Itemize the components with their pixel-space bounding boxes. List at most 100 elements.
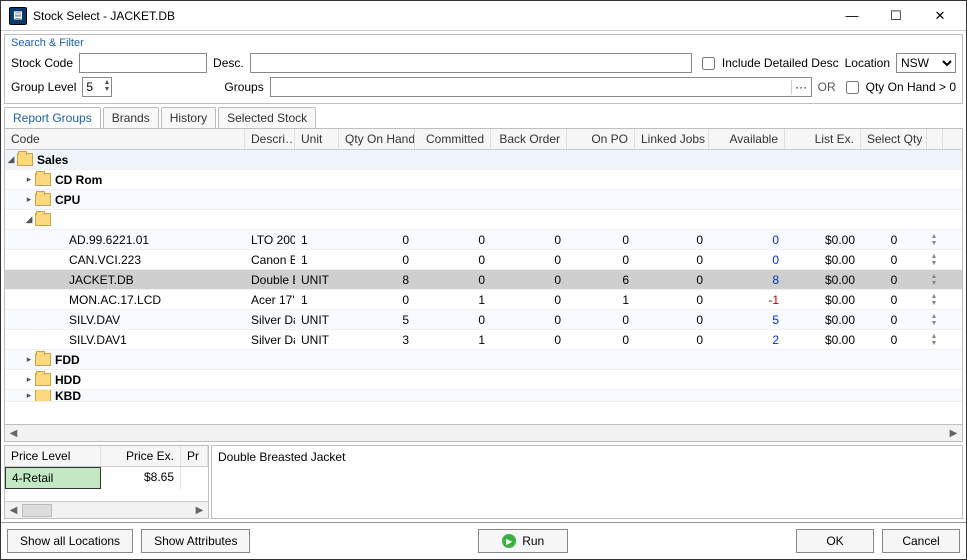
col-qty[interactable]: Qty On Hand [339,129,415,149]
scroll-right-icon[interactable]: ▶ [191,502,208,518]
col-committed[interactable]: Committed [415,129,491,149]
col-linked[interactable]: Linked Jobs [635,129,709,149]
groups-label: Groups [224,80,263,94]
grid-hscroll[interactable]: ◀ ▶ [4,425,963,442]
include-detailed-desc-checkbox[interactable]: Include Detailed Desc [698,54,839,73]
data-row[interactable]: SILV.DAVSilver DavUNIT500005$0.000▲▼ [5,310,962,330]
data-row[interactable]: SILV.DAV1Silver DavUNIT310002$0.000▲▼ [5,330,962,350]
filter-caption: Search & Filter [11,37,956,49]
cell-onpo: 0 [567,311,635,329]
spinner-arrows-icon[interactable]: ▲▼ [103,79,110,93]
maximize-button[interactable]: ☐ [874,2,918,30]
folder-icon [35,373,51,386]
row-spinner-icon[interactable]: ▲▼ [927,333,941,347]
grid-header: Code Descri… Unit Qty On Hand Committed … [5,129,962,150]
tab-brands[interactable]: Brands [103,107,159,128]
cell-code: SILV.DAV [5,311,245,329]
group-level-spinner[interactable]: 5 ▲▼ [82,77,112,97]
groups-input[interactable]: ··· [270,77,812,97]
tree-row-kbd[interactable]: ▸ KBD [5,390,962,402]
cell-qty: 0 [339,231,415,249]
cell-code: CAN.VCI.223 [5,251,245,269]
tree-row-expanded[interactable]: ◢ [5,210,962,230]
col-price-ex[interactable]: Price Ex. [101,446,181,466]
stock-code-input[interactable] [79,53,207,73]
cell-selqty[interactable]: 0 [861,231,927,249]
tab-history[interactable]: History [161,107,216,128]
qty-on-hand-box[interactable] [846,81,859,94]
stock-grid: Code Descri… Unit Qty On Hand Committed … [4,128,963,425]
col-code[interactable]: Code [5,129,245,149]
cell-desc: Canon BC [245,251,295,269]
cancel-button[interactable]: Cancel [882,529,960,553]
expander-icon[interactable]: ▸ [23,354,35,365]
cell-unit: 1 [295,251,339,269]
desc-input[interactable] [250,53,692,73]
expander-icon[interactable]: ▸ [23,374,35,385]
groups-browse-button[interactable]: ··· [791,80,811,94]
expander-icon[interactable]: ◢ [23,214,35,225]
cell-list: $0.00 [785,291,861,309]
run-button[interactable]: ▶ Run [478,529,568,553]
show-attributes-button[interactable]: Show Attributes [141,529,250,553]
data-row[interactable]: AD.99.6221.01LTO 200D1000000$0.000▲▼ [5,230,962,250]
scroll-right-icon[interactable]: ▶ [945,425,962,441]
col-price-pr[interactable]: Pr [181,446,208,466]
cell-committed: 0 [415,231,491,249]
data-row[interactable]: MON.AC.17.LCDAcer 17" L101010-1$0.000▲▼ [5,290,962,310]
expander-icon[interactable]: ▸ [23,174,35,185]
col-selqty[interactable]: Select Qty [861,129,927,149]
tree-row-cpu[interactable]: ▸ CPU [5,190,962,210]
row-spinner-icon[interactable]: ▲▼ [927,253,941,267]
cell-selqty[interactable]: 0 [861,311,927,329]
minimize-button[interactable]: — [830,2,874,30]
close-button[interactable]: ✕ [918,2,962,30]
row-spinner-icon[interactable]: ▲▼ [927,293,941,307]
tree-row-cdrom[interactable]: ▸ CD Rom [5,170,962,190]
col-onpo[interactable]: On PO [567,129,635,149]
col-price-level[interactable]: Price Level [5,446,101,466]
col-available[interactable]: Available [709,129,785,149]
show-all-locations-button[interactable]: Show all Locations [7,529,133,553]
expander-icon[interactable]: ▸ [23,194,35,205]
scroll-left-icon[interactable]: ◀ [5,425,22,441]
cell-linked: 0 [635,311,709,329]
folder-icon [35,213,51,226]
cell-back: 0 [491,331,567,349]
tree-row-sales[interactable]: ◢ Sales [5,150,962,170]
cell-onpo: 0 [567,331,635,349]
cell-selqty[interactable]: 0 [861,331,927,349]
row-spinner-icon[interactable]: ▲▼ [927,233,941,247]
tab-report-groups[interactable]: Report Groups [4,107,101,128]
scroll-thumb[interactable] [22,504,52,517]
tree-row-hdd[interactable]: ▸ HDD [5,370,962,390]
cell-committed: 1 [415,331,491,349]
row-spinner-icon[interactable]: ▲▼ [927,313,941,327]
cell-selqty[interactable]: 0 [861,291,927,309]
data-row[interactable]: CAN.VCI.223Canon BC1000000$0.000▲▼ [5,250,962,270]
scroll-left-icon[interactable]: ◀ [5,502,22,518]
tab-selected-stock[interactable]: Selected Stock [218,107,316,128]
cell-selqty[interactable]: 0 [861,251,927,269]
data-row[interactable]: JACKET.DBDouble BrUNIT800608$0.000▲▼ [5,270,962,290]
folder-icon [17,153,33,166]
include-detailed-desc-box[interactable] [702,57,715,70]
expander-icon[interactable]: ▸ [23,390,35,401]
expander-icon[interactable]: ◢ [5,154,17,165]
price-hscroll[interactable]: ◀ ▶ [5,501,208,518]
cell-selqty[interactable]: 0 [861,271,927,289]
tree-row-fdd[interactable]: ▸ FDD [5,350,962,370]
qty-on-hand-checkbox[interactable]: Qty On Hand > 0 [842,78,956,97]
cell-desc: LTO 200D [245,231,295,249]
price-row[interactable]: 4-Retail $8.65 [5,467,208,489]
col-unit[interactable]: Unit [295,129,339,149]
or-label: OR [818,80,836,94]
ok-button[interactable]: OK [796,529,874,553]
col-list[interactable]: List Ex. [785,129,861,149]
location-select[interactable]: NSW [896,53,956,73]
cell-back: 0 [491,271,567,289]
cell-list: $0.00 [785,251,861,269]
col-back[interactable]: Back Order [491,129,567,149]
col-desc[interactable]: Descri… [245,129,295,149]
row-spinner-icon[interactable]: ▲▼ [927,273,941,287]
